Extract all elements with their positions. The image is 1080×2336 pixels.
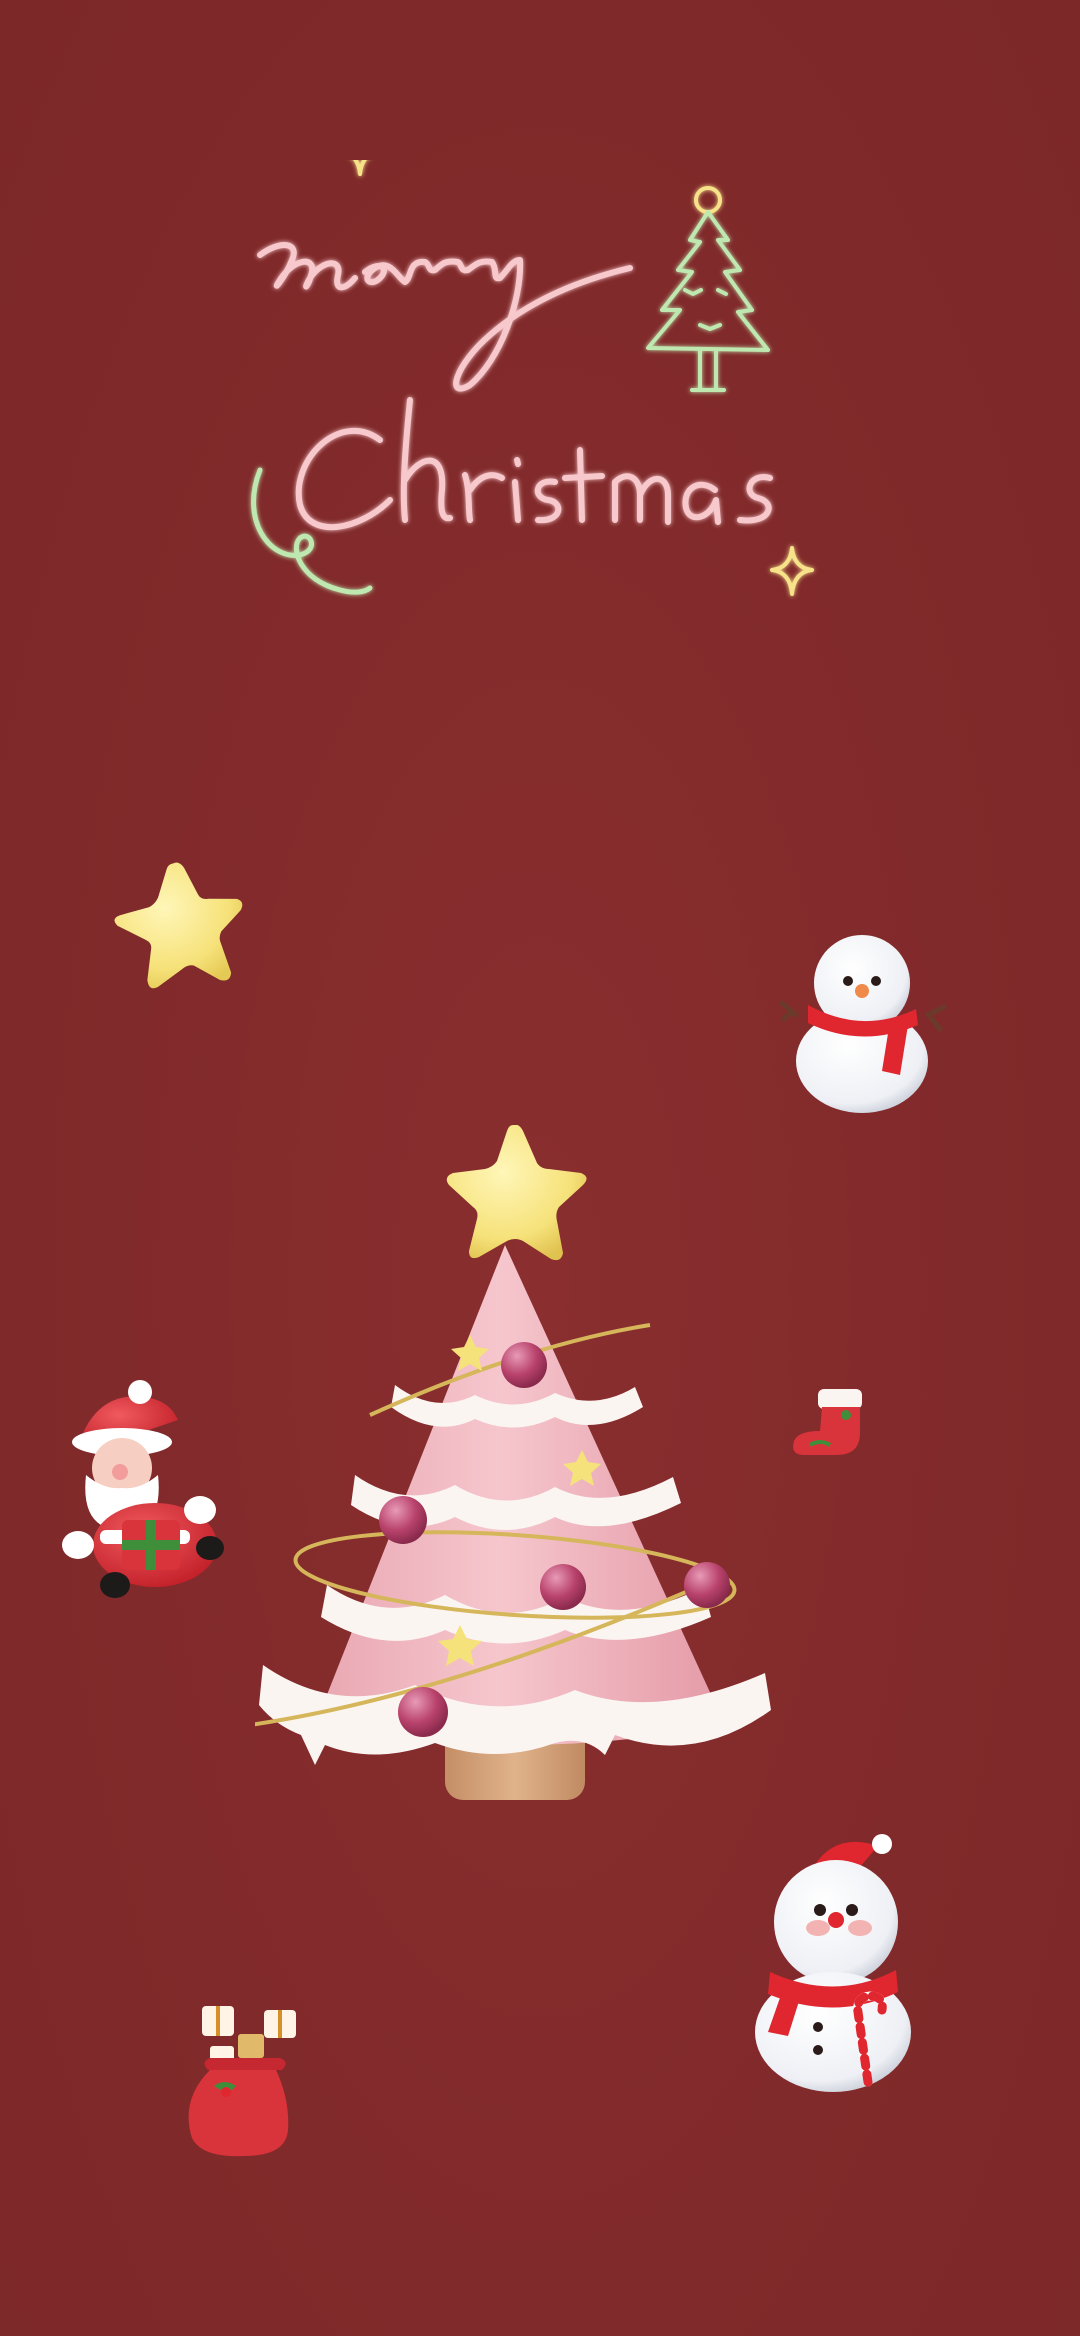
neon-sparkle-icon (770, 546, 814, 596)
neon-tree-icon (646, 186, 770, 392)
merry-christmas-lettering: Merry Christmas (230, 160, 850, 630)
snowman-icon (778, 925, 948, 1115)
santa-icon (60, 1380, 235, 1605)
gift-sack-icon (180, 2000, 310, 2160)
stocking-icon (790, 1385, 872, 1460)
christmas-wallpaper: Merry Christmas (0, 0, 1080, 2336)
neon-sparkle-icon (353, 160, 367, 176)
star-icon (100, 855, 250, 995)
christmas-tree-icon (255, 1125, 775, 1825)
snowman-icon (748, 1832, 918, 2092)
